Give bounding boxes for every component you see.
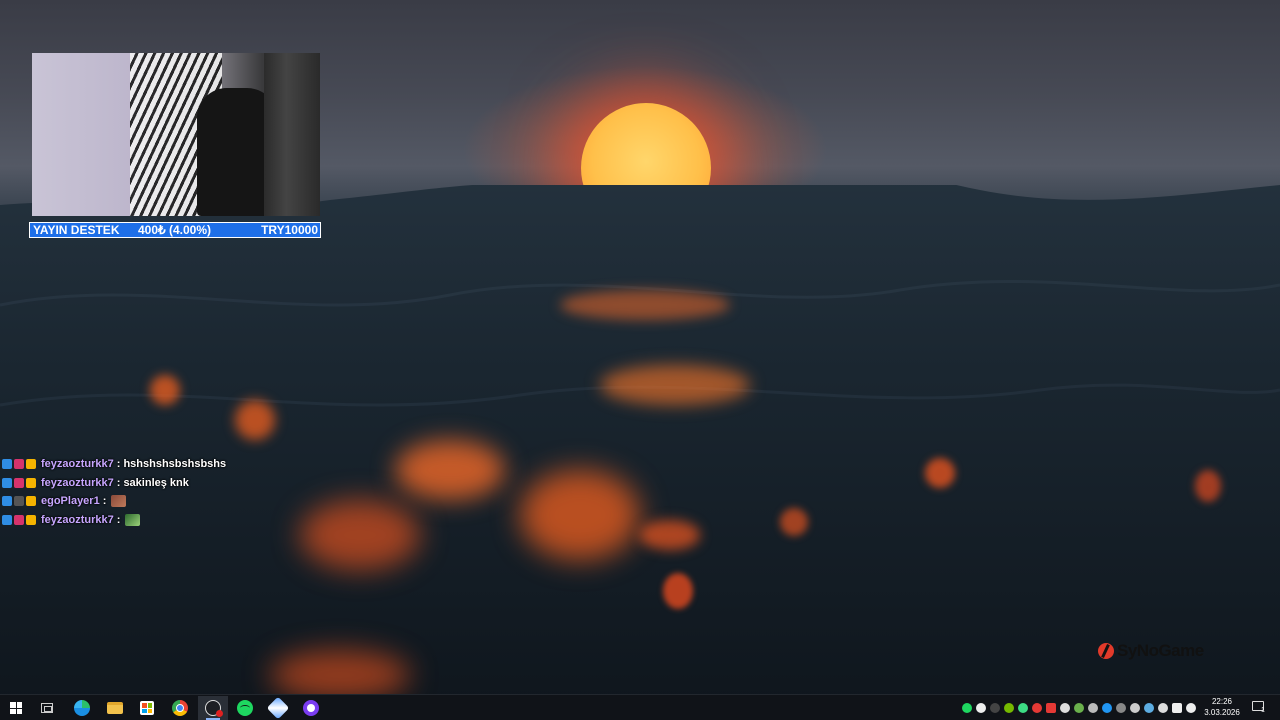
start-button[interactable] [1, 696, 31, 720]
donation-goal-label: YAYIN DESTEK [33, 223, 120, 237]
taskbar-app-spotify[interactable] [230, 696, 260, 720]
edge-icon [74, 700, 90, 716]
taskbar-app-purple[interactable] [296, 696, 326, 720]
gift-badge-icon [26, 477, 36, 488]
curtain [264, 53, 320, 216]
light-reflection [235, 400, 275, 440]
network-icon[interactable] [1172, 702, 1182, 713]
taskbar: 22:26 3.03.2026 1 [0, 694, 1280, 720]
arrow-tray-icon[interactable] [1088, 702, 1098, 713]
taskbar-app-obs[interactable] [198, 696, 228, 720]
light-reflection [925, 458, 955, 488]
app-tray-icon[interactable] [990, 702, 1000, 713]
subscriber-badge-icon [14, 477, 24, 488]
mic-tray-icon[interactable] [1032, 702, 1042, 713]
watermark-text: SyNoGame [1117, 641, 1204, 660]
light-reflection [520, 470, 640, 560]
notification-count: 1 [1261, 707, 1265, 714]
donation-goal-bar: YAYIN DESTEK 400₺ (4.00%) TRY10000 [29, 222, 321, 238]
gift-badge-icon [26, 459, 36, 470]
gift-badge-icon [26, 496, 36, 507]
taskbar-app-chrome[interactable] [165, 696, 195, 720]
chat-message: egoPlayer1 : [2, 492, 302, 511]
prime-badge-icon [2, 477, 12, 488]
chat-username: feyzaozturkk7 [41, 476, 114, 489]
light-reflection [663, 573, 693, 609]
microphone-icon[interactable] [1158, 702, 1168, 713]
volume-icon[interactable] [1186, 702, 1196, 713]
chat-message: feyzaozturkk7 : sakinleş knk [2, 474, 302, 493]
chat-message: feyzaozturkk7 : hshshshsbshsbshs [2, 455, 302, 474]
donation-amount: 400₺ (4.00%) [138, 223, 212, 237]
system-tray [962, 695, 1196, 720]
light-reflection [395, 440, 505, 500]
subscriber-badge-icon [14, 514, 24, 525]
light-reflection [560, 290, 730, 320]
light-reflection [600, 365, 750, 405]
moderator-badge-icon [14, 496, 24, 507]
windows-logo-icon [10, 702, 22, 714]
shield-tray-icon[interactable] [1074, 702, 1084, 713]
obs-icon [205, 700, 223, 717]
check-tray-icon[interactable] [1018, 702, 1028, 713]
light-reflection [1195, 470, 1221, 502]
chat-username: egoPlayer1 [41, 495, 100, 508]
chat-text: sakinleş knk [123, 476, 189, 489]
taskbar-app-file-explorer[interactable] [100, 696, 130, 720]
game-launcher-icon [266, 696, 290, 720]
channel-watermark: SyNoGame [1098, 641, 1204, 661]
light-reflection [300, 500, 420, 570]
watermark-logo-icon [1098, 643, 1114, 659]
webcam-feed [32, 53, 320, 216]
subscriber-badge-icon [14, 459, 24, 470]
prime-badge-icon [2, 514, 12, 525]
bluetooth-tray-icon[interactable] [1102, 702, 1112, 713]
light-reflection [150, 375, 180, 405]
clock-date: 3.03.2026 [1204, 708, 1240, 717]
chat-username: feyzaozturkk7 [41, 513, 114, 526]
ocean-waves-graphic [0, 185, 1280, 694]
light-reflection [270, 650, 410, 694]
stream-chat: feyzaozturkk7 : hshshshsbshsbshs feyzaoz… [2, 455, 302, 529]
nvidia-tray-icon[interactable] [1004, 702, 1014, 713]
chat-username: feyzaozturkk7 [41, 458, 114, 471]
chat-message: feyzaozturkk7 : [2, 511, 302, 530]
cloud-tray-icon[interactable] [1144, 702, 1154, 713]
taskbar-app-game-launcher[interactable] [263, 696, 293, 720]
light-reflection [640, 520, 700, 550]
record-tray-icon[interactable] [1046, 702, 1056, 713]
light-reflection [780, 508, 808, 536]
display-tray-icon[interactable] [1130, 702, 1140, 713]
task-view-button[interactable] [32, 696, 62, 720]
gift-badge-icon [26, 514, 36, 525]
settings-tray-icon[interactable] [1060, 702, 1070, 713]
purple-app-icon [303, 700, 319, 716]
task-view-icon [41, 703, 53, 713]
prime-badge-icon [2, 459, 12, 470]
obs-tray-icon[interactable] [976, 702, 986, 713]
taskbar-clock[interactable]: 22:26 3.03.2026 [1200, 696, 1244, 718]
donation-goal-target: TRY10000 [261, 223, 318, 237]
taskbar-app-edge[interactable] [67, 696, 97, 720]
steam-tray-icon[interactable] [1116, 702, 1126, 713]
clock-time: 22:26 [1211, 697, 1233, 706]
chat-emote-icon [111, 495, 127, 508]
file-explorer-icon [107, 702, 123, 714]
prime-badge-icon [2, 496, 12, 507]
store-icon [140, 701, 154, 715]
chrome-icon [172, 700, 188, 716]
chat-emote-icon [125, 513, 141, 526]
spotify-tray-icon[interactable] [962, 702, 972, 713]
chat-text: hshshshsbshsbshs [123, 458, 227, 471]
taskbar-app-store[interactable] [132, 696, 162, 720]
spotify-icon [237, 700, 253, 716]
